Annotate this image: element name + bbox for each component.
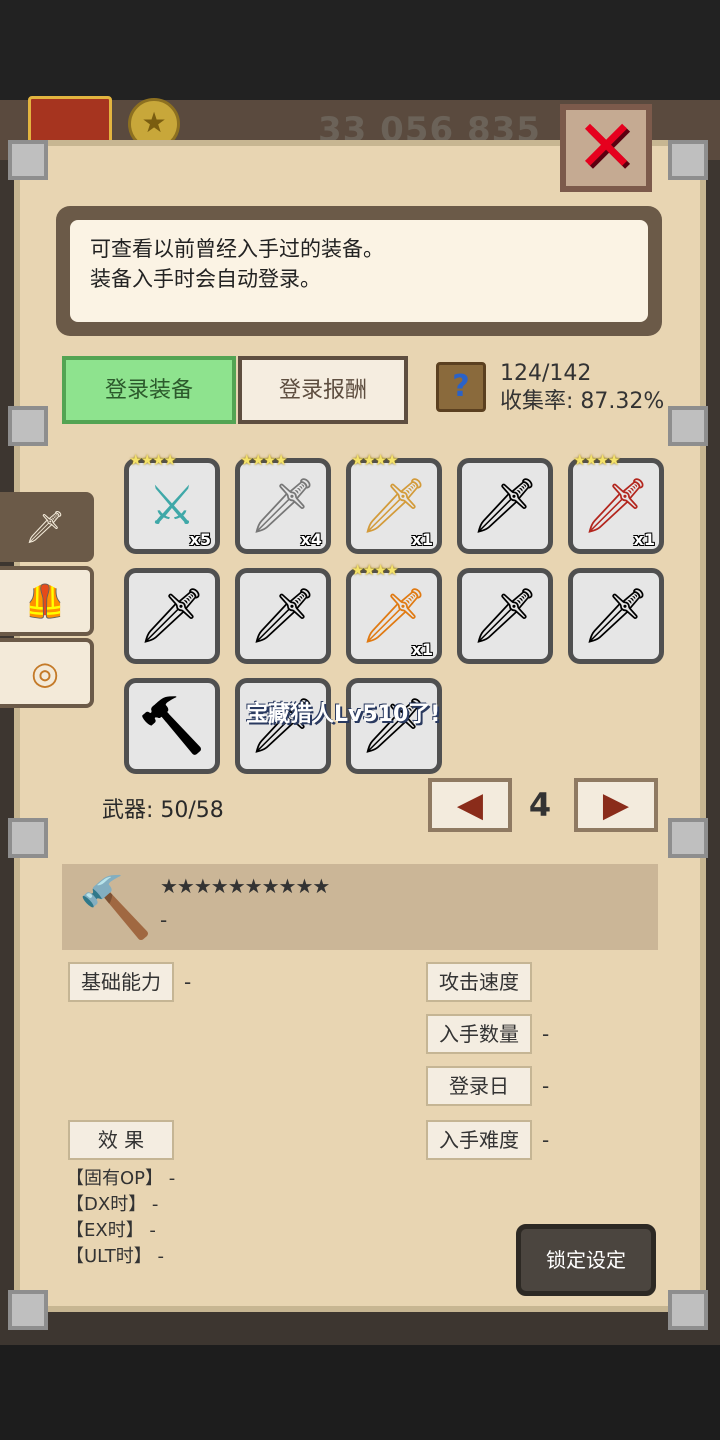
side-tab-accessory[interactable]: ◎ (0, 638, 94, 708)
equipment-slot[interactable]: 🗡 (235, 568, 331, 664)
weapon-silhouette-icon: 🗡 (581, 584, 651, 647)
op-ult: 【ULT时】 - (66, 1246, 164, 1267)
base-ability-label: 基础能力 (68, 962, 174, 1002)
next-page-button[interactable]: ▶ (574, 778, 658, 832)
rarity-stars: ★★★★ (351, 561, 399, 579)
prev-page-button[interactable]: ◀ (428, 778, 512, 832)
tab-registered-equipment[interactable]: 登录装备 (62, 356, 236, 424)
difficulty-label: 入手难度 (426, 1120, 532, 1160)
attack-speed-label: 攻击速度 (426, 962, 532, 1002)
rarity-stars: ★★★★ (240, 451, 288, 469)
info-line-1: 可查看以前曾经入手过的装备。 (90, 237, 384, 261)
side-tab-weapons[interactable]: 🗡 (0, 492, 94, 562)
level-up-notice: 宝藏猎人Lv510了! (246, 702, 441, 727)
arrow-left-icon: ◀ (456, 785, 484, 825)
effect-label: 效 果 (68, 1120, 174, 1160)
panel-corner (8, 1290, 48, 1330)
equipment-slot[interactable]: 🗡 ★★★★ x4 (235, 451, 331, 554)
equipment-slot[interactable]: 🗡 (124, 568, 220, 664)
weapon-silhouette-icon: 🗡 (470, 474, 540, 537)
item-quantity: x4 (300, 530, 322, 549)
op-dx: 【DX时】 - (66, 1194, 159, 1215)
equipment-slot[interactable]: 🔨 (124, 678, 220, 774)
status-bar (0, 0, 720, 100)
panel-corner (668, 1290, 708, 1330)
item-quantity: x1 (633, 530, 655, 549)
close-x-icon: ✕ (575, 104, 637, 188)
item-quantity: x1 (411, 640, 433, 659)
base-ability-value: - (184, 970, 192, 994)
arrow-right-icon: ▶ (602, 785, 630, 825)
info-box: 可查看以前曾经入手过的装备。 装备入手时会自动登录。 (56, 206, 662, 336)
rarity-stars: ★★★★ (129, 451, 177, 469)
collection-count: 124/142 (500, 361, 592, 386)
page-number: 4 (528, 786, 552, 824)
navigation-bar (0, 1345, 720, 1440)
rarity-stars: ★★★★ (573, 451, 621, 469)
equipment-slot[interactable]: ⚔ ★★★★ x5 (124, 451, 220, 554)
op-ex: 【EX时】 - (66, 1220, 156, 1241)
lock-settings-button[interactable]: 锁定设定 (516, 1224, 656, 1296)
equipment-slot[interactable]: 🗡 (568, 568, 664, 664)
weapon-silhouette-icon: 🔨 (138, 694, 206, 757)
weapon-silhouette-icon: 🗡 (137, 584, 207, 647)
weapon-count: 武器: 50/58 (102, 798, 224, 823)
equipment-slot[interactable]: 🗡 (457, 568, 553, 664)
obtained-count-label: 入手数量 (426, 1014, 532, 1054)
armor-icon: 🦺 (25, 582, 65, 620)
equipment-slot[interactable]: 🗡 ★★★★ x1 (568, 451, 664, 554)
panel-corner (8, 406, 48, 446)
help-book-icon[interactable]: ? (436, 362, 486, 412)
item-detail: 🔨 ★★★★★★★★★★ - (62, 864, 658, 950)
weapon-silhouette-icon: 🗡 (470, 584, 540, 647)
info-line-2: 装备入手时会自动登录。 (90, 267, 321, 291)
sword-icon: 🗡 (24, 508, 66, 546)
panel-corner (8, 818, 48, 858)
equipment-slot[interactable]: 🗡 (457, 458, 553, 554)
item-stars: ★★★★★★★★★★ (160, 874, 330, 898)
selected-item-icon: 🔨 (78, 873, 153, 943)
treasure-chest-icon (28, 96, 112, 144)
panel-corner (668, 406, 708, 446)
obtained-count-value: - (542, 1022, 550, 1046)
difficulty-value: - (542, 1128, 550, 1152)
side-tab-armor[interactable]: 🦺 (0, 566, 94, 636)
collection-rate: 收集率: 87.32% (500, 389, 665, 414)
collection-stats: 124/142 收集率: 87.32% (500, 360, 664, 416)
item-quantity: x5 (189, 530, 211, 549)
panel-corner (668, 140, 708, 180)
tab-registration-rewards[interactable]: 登录报酬 (238, 356, 408, 424)
register-date-label: 登录日 (426, 1066, 532, 1106)
weapon-silhouette-icon: 🗡 (248, 584, 318, 647)
ring-icon: ◎ (31, 654, 59, 692)
equipment-slot[interactable]: 🗡 ★★★★ x1 (346, 451, 442, 554)
item-name: - (160, 908, 168, 932)
register-date-value: - (542, 1074, 550, 1098)
op-inherent: 【固有OP】 - (66, 1168, 176, 1189)
item-quantity: x1 (411, 530, 433, 549)
rarity-stars: ★★★★ (351, 451, 399, 469)
equipment-slot[interactable]: 🗡 ★★★★ x1 (346, 561, 442, 664)
close-button[interactable]: ✕ (560, 104, 652, 192)
panel-corner (668, 818, 708, 858)
panel-corner (8, 140, 48, 180)
